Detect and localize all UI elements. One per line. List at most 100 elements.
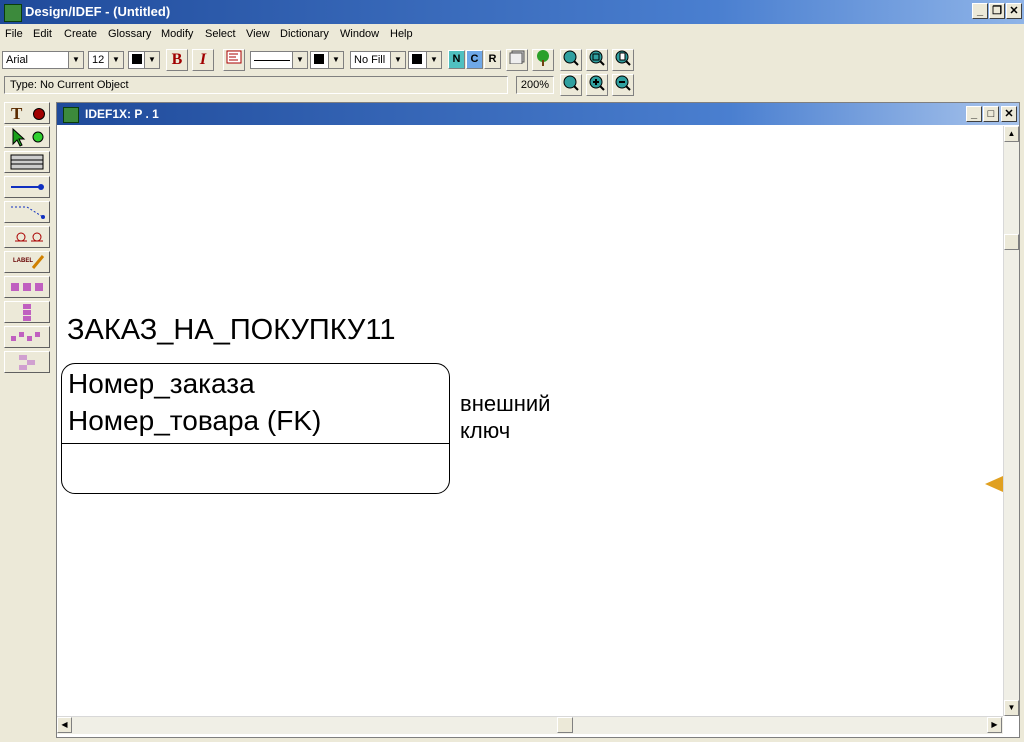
select-tool-button[interactable] [4, 126, 50, 148]
chevron-down-icon: ▼ [108, 52, 123, 68]
page-layout-button[interactable] [506, 49, 528, 71]
solid-relation-icon [11, 184, 44, 190]
menu-help[interactable]: Help [390, 28, 413, 40]
fill-select[interactable]: No Fill ▼ [350, 51, 406, 69]
magnifier-icon [563, 50, 579, 66]
note-line-2: ключ [460, 418, 511, 443]
restore-button[interactable]: ❐ [989, 3, 1005, 19]
arrow-pattern-icon [19, 355, 35, 370]
menu-window[interactable]: Window [340, 28, 379, 40]
font-size-select[interactable]: 12 ▼ [88, 51, 124, 69]
italic-button[interactable]: I [192, 49, 214, 71]
menu-modify[interactable]: Modify [161, 28, 193, 40]
arrow-pointer-icon [12, 127, 44, 147]
r-toggle-button[interactable]: R [484, 50, 501, 69]
entity-box-icon [10, 154, 44, 170]
identifying-relation-tool-button[interactable] [4, 176, 50, 198]
zoom-in-button[interactable] [586, 74, 608, 96]
zoom-selection-button[interactable] [612, 49, 634, 71]
scroll-down-button[interactable]: ▼ [1004, 700, 1019, 716]
scatter-pattern-icon [11, 332, 40, 341]
scroll-right-button[interactable]: ▶ [987, 717, 1002, 733]
attribute-primary-key-2[interactable]: Номер_товара (FK) [68, 405, 321, 437]
note-line-1: внешний [460, 391, 551, 416]
chevron-down-icon: ▼ [426, 52, 441, 68]
diagram-window-title: IDEF1X: P . 1 [85, 107, 159, 121]
text-tool-label: T [11, 104, 23, 123]
app-title-bar: Design/IDEF - (Untitled) _ ❐ ✕ [0, 0, 1024, 24]
attribute-primary-key-1[interactable]: Номер_заказа [68, 368, 255, 400]
zoom-in-icon [589, 75, 605, 91]
entity-tool-button[interactable] [4, 151, 50, 173]
text-tool-button[interactable]: T [4, 102, 50, 124]
format-toolbar: Arial ▼ 12 ▼ ▼ B I ▼ ▼ No Fill ▼ ▼ N C R [0, 47, 1024, 73]
menu-view[interactable]: View [246, 28, 270, 40]
zoom-out-button[interactable] [612, 74, 634, 96]
vertical-scrollbar[interactable]: ▲ ▼ [1003, 126, 1019, 716]
key-area-divider [62, 443, 449, 444]
bold-button[interactable]: B [166, 49, 188, 71]
zoom-out-icon [615, 75, 631, 91]
menu-bar: File Edit Create Glossary Modify Select … [0, 24, 1024, 46]
label-tool-button[interactable]: LABEL [4, 251, 50, 273]
font-name-select[interactable]: Arial ▼ [2, 51, 84, 69]
diagram-window: IDEF1X: P . 1 _ □ ✕ ЗАКАЗ_НА_ПОКУПКУ11 Н… [56, 102, 1020, 738]
diagram-maximize-button[interactable]: □ [983, 106, 999, 122]
menu-glossary[interactable]: Glossary [108, 28, 151, 40]
grid-pattern-icon [11, 283, 43, 291]
text-color-select[interactable]: ▼ [128, 51, 160, 69]
record-icon [33, 108, 45, 120]
chevron-down-icon: ▼ [144, 52, 159, 68]
zoom-level-field: 200% [516, 76, 554, 94]
line-style-select[interactable]: ▼ [250, 51, 308, 69]
close-button[interactable]: ✕ [1006, 3, 1022, 19]
app-title: Design/IDEF - (Untitled) [25, 4, 171, 19]
line-color-select[interactable]: ▼ [310, 51, 344, 69]
app-icon [4, 4, 22, 22]
scroll-up-button[interactable]: ▲ [1004, 126, 1019, 142]
menu-create[interactable]: Create [64, 28, 97, 40]
pattern-tool-2-button[interactable] [4, 301, 50, 323]
menu-file[interactable]: File [5, 28, 23, 40]
entity-box[interactable]: Номер_заказа Номер_товара (FK) [61, 363, 450, 494]
tree-view-button[interactable] [532, 49, 554, 71]
chevron-down-icon: ▼ [292, 52, 307, 68]
font-size-value: 12 [92, 54, 105, 66]
zoom-actual-button[interactable] [560, 74, 582, 96]
horizontal-scroll-thumb[interactable] [557, 717, 573, 733]
diagram-window-title-bar: IDEF1X: P . 1 _ □ ✕ [57, 103, 1019, 125]
pattern-tool-1-button[interactable] [4, 276, 50, 298]
n-toggle-button[interactable]: N [448, 50, 465, 69]
horizontal-scrollbar[interactable]: ◀ ▶ [57, 716, 1003, 734]
object-type-field: Type: No Current Object [4, 76, 508, 94]
pattern-tool-4-button[interactable] [4, 351, 50, 373]
menu-dictionary[interactable]: Dictionary [280, 28, 329, 40]
chevron-down-icon: ▼ [68, 52, 83, 68]
pattern-tool-3-button[interactable] [4, 326, 50, 348]
note-text[interactable]: внешний ключ [460, 390, 550, 444]
non-identifying-relation-tool-button[interactable] [4, 201, 50, 223]
color-swatch [314, 54, 324, 64]
vertical-scroll-thumb[interactable] [1004, 234, 1019, 250]
zoom-page-button[interactable] [586, 49, 608, 71]
diagram-canvas[interactable]: ЗАКАЗ_НА_ПОКУПКУ11 Номер_заказа Номер_то… [57, 126, 1003, 716]
fill-value: No Fill [354, 54, 386, 66]
tree-icon [537, 50, 549, 66]
dashed-relation-icon [11, 206, 45, 219]
diagram-window-icon [63, 107, 79, 123]
diagram-minimize-button[interactable]: _ [966, 106, 982, 122]
scroll-left-button[interactable]: ◀ [57, 717, 72, 733]
chevron-down-icon: ▼ [328, 52, 343, 68]
fill-color-select[interactable]: ▼ [408, 51, 442, 69]
menu-edit[interactable]: Edit [33, 28, 52, 40]
zoom-fit-button[interactable] [560, 49, 582, 71]
align-left-button[interactable] [223, 49, 245, 71]
menu-select[interactable]: Select [205, 28, 236, 40]
diagram-close-button[interactable]: ✕ [1001, 106, 1017, 122]
entity-name[interactable]: ЗАКАЗ_НА_ПОКУПКУ11 [67, 314, 395, 347]
categorization-tool-button[interactable] [4, 226, 50, 248]
align-left-icon [226, 50, 242, 64]
category-icon [15, 232, 43, 242]
c-toggle-button[interactable]: C [466, 50, 483, 69]
minimize-button[interactable]: _ [972, 3, 988, 19]
